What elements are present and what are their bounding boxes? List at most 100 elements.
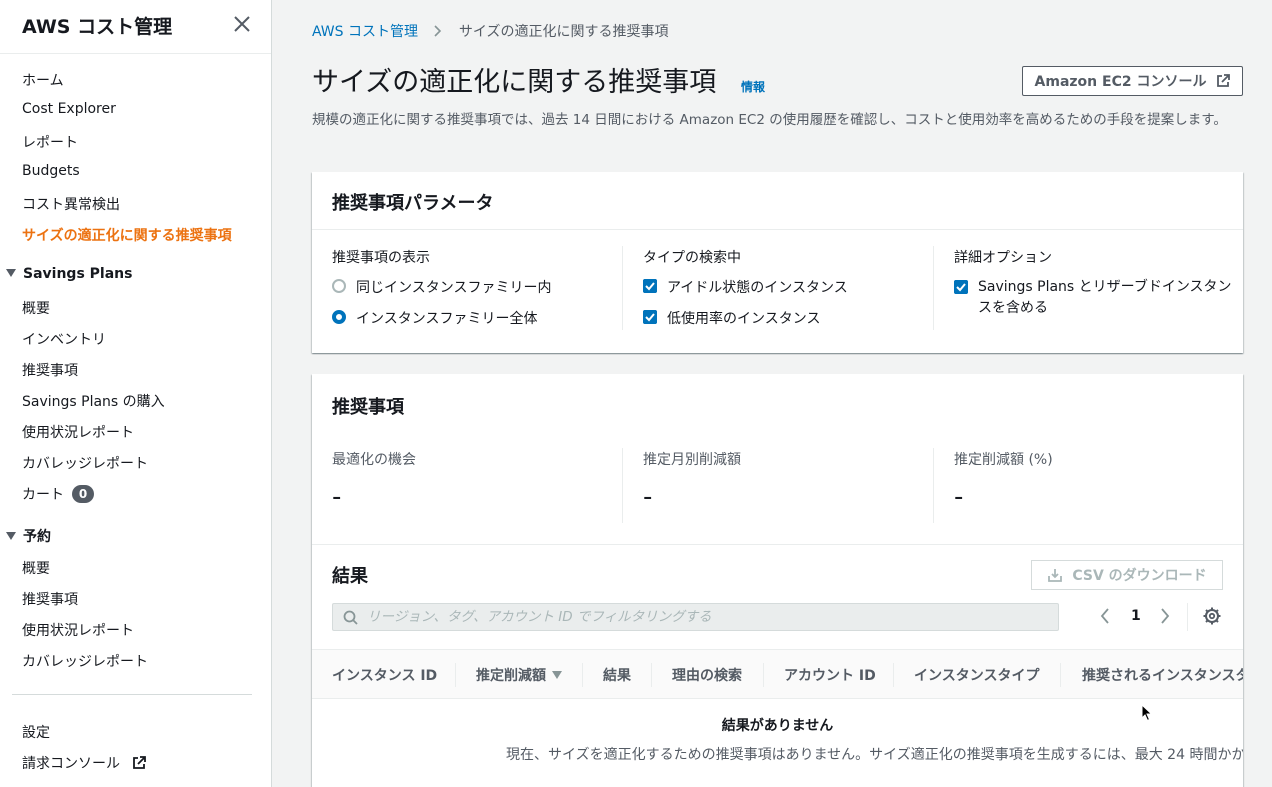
csv-download-button[interactable]: CSV のダウンロード <box>1031 560 1223 590</box>
info-link[interactable]: 情報 <box>741 78 765 95</box>
radio-same-family[interactable]: 同じインスタンスファミリー内 <box>332 277 551 297</box>
sidebar-title: AWS コスト管理 <box>22 16 173 38</box>
sidebar-item-ri-recommendations[interactable]: 推奨事項 <box>22 589 78 609</box>
column-divider <box>622 448 623 523</box>
section-label: Savings Plans <box>23 266 133 282</box>
ec2-console-button[interactable]: Amazon EC2 コンソール <box>1022 66 1243 96</box>
kpi-opportunities-value: - <box>332 482 342 512</box>
display-label: 推奨事項の表示 <box>332 250 430 266</box>
filter-search-box[interactable] <box>332 603 1059 631</box>
breadcrumb-current: サイズの適正化に関する推奨事項 <box>458 24 669 40</box>
sidebar-item-sp-utilization[interactable]: 使用状況レポート <box>22 422 134 442</box>
sidebar-item-settings[interactable]: 設定 <box>22 722 50 742</box>
kpi-opportunities-label: 最適化の機会 <box>332 452 416 468</box>
recommendations-title: 推奨事項 <box>332 397 404 418</box>
column-header-instance-id[interactable]: インスタンス ID <box>332 665 437 685</box>
parameters-title: 推奨事項パラメータ <box>332 193 494 214</box>
radio-across-families[interactable]: インスタンスファミリー全体 <box>332 308 537 328</box>
radio-across-families-label: インスタンスファミリー全体 <box>356 311 538 327</box>
sidebar-item-anomaly-detection[interactable]: コスト異常検出 <box>22 194 120 214</box>
gear-icon[interactable] <box>1203 607 1221 625</box>
section-label: 予約 <box>23 529 51 545</box>
close-icon[interactable] <box>230 12 254 36</box>
column-header-finding-reason[interactable]: 理由の検索 <box>672 665 742 685</box>
ec2-console-label: Amazon EC2 コンソール <box>1034 74 1207 90</box>
page-description: 規模の適正化に関する推奨事項では、過去 14 日間における Amazon EC2… <box>312 112 1227 128</box>
filter-search-input[interactable] <box>365 604 1045 630</box>
include-sp-ri-label-line1: Savings Plans とリザーブドインスタン <box>978 279 1232 295</box>
breadcrumb-root-link[interactable]: AWS コスト管理 <box>312 24 418 40</box>
sidebar-section-reservations[interactable]: 予約 <box>6 526 51 546</box>
sidebar-item-ri-coverage[interactable]: カバレッジレポート <box>22 651 148 671</box>
checkbox-idle-instances[interactable]: アイドル状態のインスタンス <box>643 277 848 297</box>
checkbox-checked-icon[interactable] <box>954 280 968 294</box>
sidebar-item-billing-console[interactable]: 請求コンソール <box>22 753 147 773</box>
results-title: 結果 <box>332 566 368 587</box>
chevron-right-icon[interactable] <box>1160 608 1170 624</box>
column-header-finding[interactable]: 結果 <box>603 665 631 685</box>
type-label: タイプの検索中 <box>643 250 741 266</box>
checkbox-include-sp-ri[interactable]: Savings Plans とリザーブドインスタン スを含める <box>954 277 1232 319</box>
sidebar-item-cost-explorer[interactable]: Cost Explorer <box>22 101 116 117</box>
sidebar-item-sp-purchase[interactable]: Savings Plans の購入 <box>22 391 165 411</box>
pager-divider <box>1187 603 1188 631</box>
advanced-options-label: 詳細オプション <box>954 250 1052 266</box>
external-link-icon <box>133 756 147 769</box>
column-divider <box>622 246 623 330</box>
column-header-instance-type[interactable]: インスタンスタイプ <box>914 665 1039 685</box>
chevron-left-icon[interactable] <box>1100 608 1110 624</box>
column-header-estimated-savings[interactable]: 推定削減額 <box>476 665 562 685</box>
checkbox-checked-icon[interactable] <box>643 310 657 324</box>
sidebar-item-rightsizing[interactable]: サイズの適正化に関する推奨事項 <box>22 225 232 245</box>
sidebar-item-sp-inventory[interactable]: インベントリ <box>22 329 106 349</box>
column-header-account-id[interactable]: アカウント ID <box>784 665 876 685</box>
empty-state-title: 結果がありません <box>721 718 834 734</box>
idle-instances-label: アイドル状態のインスタンス <box>667 280 848 296</box>
sidebar-item-ri-overview[interactable]: 概要 <box>22 558 50 578</box>
column-divider <box>933 448 934 523</box>
checkbox-checked-icon[interactable] <box>643 279 657 293</box>
sidebar-item-ri-utilization[interactable]: 使用状況レポート <box>22 620 134 640</box>
breadcrumb: AWS コスト管理 サイズの適正化に関する推奨事項 <box>312 21 669 41</box>
underutilized-instances-label: 低使用率のインスタンス <box>667 311 821 327</box>
column-divider <box>933 246 934 330</box>
page-number[interactable]: 1 <box>1131 608 1141 624</box>
kpi-savings-percent-value: - <box>954 482 964 512</box>
sidebar-item-sp-overview[interactable]: 概要 <box>22 298 50 318</box>
results-section: 結果 CSV のダウンロード 1 <box>312 544 1243 784</box>
sidebar-item-reports[interactable]: レポート <box>22 132 78 152</box>
radio-button[interactable] <box>332 279 346 293</box>
kpi-savings-percent-label: 推定削減額 (%) <box>954 452 1053 468</box>
column-separator[interactable] <box>1060 663 1061 687</box>
column-separator[interactable] <box>763 663 764 687</box>
recommendations-panel-header: 推奨事項 <box>312 374 1243 432</box>
column-separator[interactable] <box>651 663 652 687</box>
include-sp-ri-label-line2: スを含める <box>978 300 1048 316</box>
column-separator[interactable] <box>582 663 583 687</box>
sidebar-header: AWS コスト管理 <box>0 0 271 54</box>
table-header-row: インスタンス ID 推定削減額 結果 理由の検索 アカウント ID インスタンス… <box>312 649 1243 699</box>
radio-button-selected[interactable] <box>332 310 346 324</box>
sidebar-item-home[interactable]: ホーム <box>22 70 64 90</box>
sidebar-item-sp-coverage[interactable]: カバレッジレポート <box>22 453 148 473</box>
column-separator[interactable] <box>893 663 894 687</box>
mouse-cursor-icon <box>1141 704 1153 722</box>
search-icon <box>343 610 358 625</box>
radio-same-family-label: 同じインスタンスファミリー内 <box>356 280 552 296</box>
caret-down-icon <box>6 532 16 540</box>
page-title: サイズの適正化に関する推奨事項 <box>312 67 717 98</box>
column-separator[interactable] <box>455 663 456 687</box>
sidebar-item-budgets[interactable]: Budgets <box>22 163 80 179</box>
checkbox-underutilized-instances[interactable]: 低使用率のインスタンス <box>643 308 820 328</box>
estimated-savings-label: 推定削減額 <box>476 668 546 684</box>
download-icon <box>1048 569 1063 582</box>
sidebar-item-sp-recommendations[interactable]: 推奨事項 <box>22 360 78 380</box>
chevron-right-icon <box>434 25 442 37</box>
sidebar-item-sp-cart[interactable]: カート 0 <box>22 484 94 504</box>
sidebar: AWS コスト管理 ホーム Cost Explorer レポート Budgets… <box>0 0 272 787</box>
column-header-recommended-type[interactable]: 推奨されるインスタンスタイプ <box>1082 665 1243 685</box>
sidebar-divider <box>12 694 252 695</box>
cart-count-badge: 0 <box>72 485 94 503</box>
caret-down-icon <box>6 269 16 277</box>
sidebar-section-savings-plans[interactable]: Savings Plans <box>6 266 132 282</box>
